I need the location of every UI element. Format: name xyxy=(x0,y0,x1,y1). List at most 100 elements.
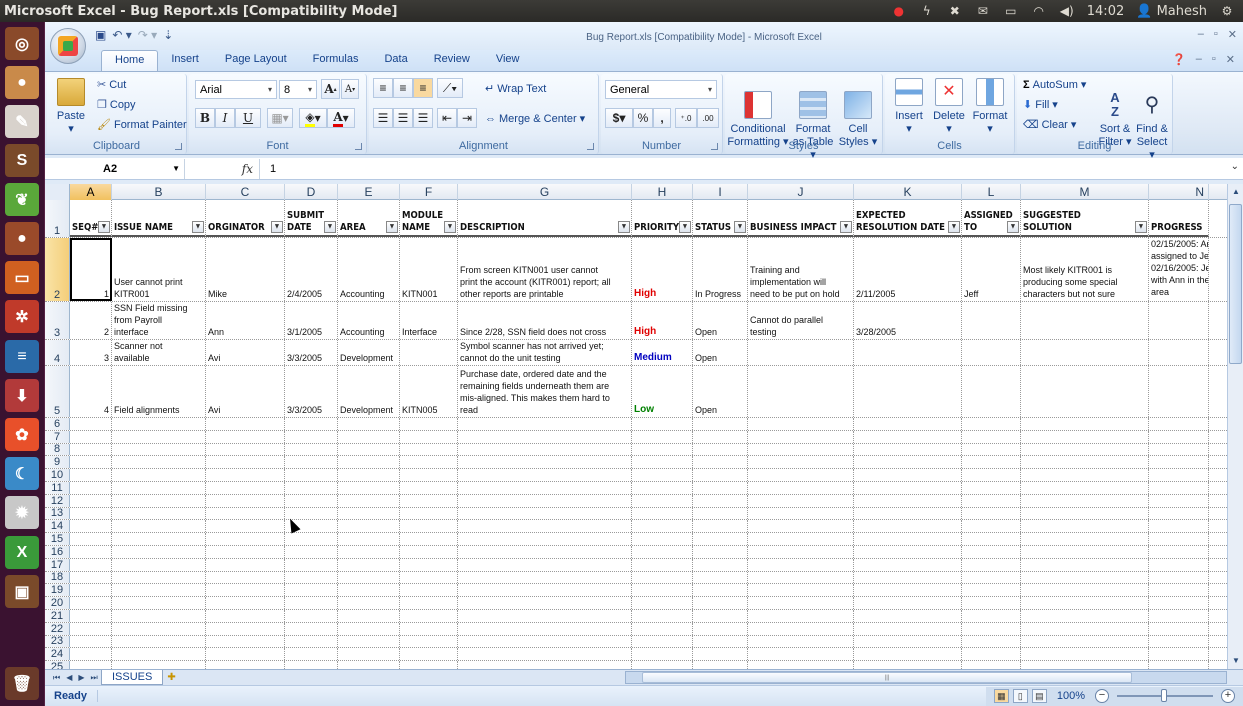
cell[interactable] xyxy=(400,545,458,558)
header-cell[interactable]: ORGINATOR ▼ xyxy=(206,200,285,237)
cell[interactable] xyxy=(206,545,285,558)
cell[interactable] xyxy=(962,609,1021,622)
row-header[interactable]: 19 xyxy=(45,584,70,597)
cell[interactable] xyxy=(962,648,1021,661)
cell[interactable] xyxy=(458,558,632,571)
copy-button[interactable]: ❐ Copy xyxy=(97,98,136,112)
cell[interactable]: Medium xyxy=(632,340,693,365)
cell[interactable]: Low xyxy=(632,366,693,417)
cell[interactable] xyxy=(400,430,458,443)
cell[interactable] xyxy=(112,648,206,661)
cell[interactable] xyxy=(693,456,748,469)
indicator-apps-icon[interactable]: ● xyxy=(891,4,907,18)
cell[interactable] xyxy=(632,430,693,443)
cell[interactable] xyxy=(1149,571,1209,584)
cell[interactable] xyxy=(748,584,854,597)
cell[interactable] xyxy=(1149,622,1209,635)
cell[interactable] xyxy=(285,597,338,609)
cell[interactable] xyxy=(338,571,400,584)
cell[interactable] xyxy=(70,469,112,481)
cell[interactable] xyxy=(70,507,112,520)
tab-data[interactable]: Data xyxy=(371,50,420,71)
cell[interactable] xyxy=(1149,366,1209,417)
launcher-firefox-icon[interactable]: ● xyxy=(5,222,39,255)
cell[interactable] xyxy=(458,418,632,430)
cell[interactable] xyxy=(70,443,112,456)
cell[interactable]: Most likely KITR001 is producing some sp… xyxy=(1021,238,1149,301)
zoom-slider-knob[interactable] xyxy=(1161,689,1167,702)
tab-view[interactable]: View xyxy=(483,50,533,71)
cell[interactable] xyxy=(285,609,338,622)
row-header[interactable]: 14 xyxy=(45,520,70,533)
row-header[interactable]: 5 xyxy=(45,366,70,417)
cell[interactable] xyxy=(1149,609,1209,622)
cell[interactable] xyxy=(1021,456,1149,469)
header-cell[interactable]: AREA ▼ xyxy=(338,200,400,237)
cell[interactable] xyxy=(70,456,112,469)
cell[interactable]: 02/15/2005: Ann assigned to Jeff 02/16/2… xyxy=(1149,238,1209,301)
cell[interactable] xyxy=(854,418,962,430)
close-button[interactable]: ✕ xyxy=(1228,28,1237,41)
cell[interactable] xyxy=(338,584,400,597)
cell[interactable] xyxy=(206,494,285,507)
conditional-formatting-button[interactable]: Conditional Formatting ▾ xyxy=(727,78,789,149)
cell[interactable]: Since 2/28, SSN field does not cross xyxy=(458,302,632,339)
cell[interactable] xyxy=(632,469,693,481)
cell[interactable] xyxy=(632,635,693,648)
cell[interactable] xyxy=(112,520,206,533)
row-header[interactable]: 13 xyxy=(45,507,70,520)
row-header[interactable]: 15 xyxy=(45,533,70,545)
cell[interactable] xyxy=(206,648,285,661)
cell[interactable] xyxy=(1021,635,1149,648)
expand-formula-bar-icon[interactable]: ⌄ xyxy=(1231,161,1239,172)
row-header[interactable]: 8 xyxy=(45,443,70,456)
cell[interactable] xyxy=(962,418,1021,430)
cell[interactable] xyxy=(338,533,400,545)
borders-button[interactable]: ▦▾ xyxy=(267,108,293,128)
cell[interactable] xyxy=(962,635,1021,648)
cell[interactable] xyxy=(748,558,854,571)
cell[interactable] xyxy=(748,661,854,669)
format-painter-button[interactable]: 🖌 Format Painter xyxy=(97,118,187,132)
cell[interactable] xyxy=(285,584,338,597)
cell[interactable] xyxy=(632,418,693,430)
cell[interactable] xyxy=(748,418,854,430)
cell[interactable]: High xyxy=(632,238,693,301)
cell[interactable] xyxy=(112,469,206,481)
cell[interactable] xyxy=(1021,571,1149,584)
cell[interactable] xyxy=(458,635,632,648)
cell[interactable] xyxy=(112,661,206,669)
cell[interactable]: 2/11/2005 xyxy=(854,238,962,301)
column-header-e[interactable]: E xyxy=(338,184,400,200)
cell[interactable] xyxy=(285,558,338,571)
cell[interactable] xyxy=(854,558,962,571)
cell[interactable] xyxy=(854,635,962,648)
cell[interactable] xyxy=(285,635,338,648)
cell[interactable] xyxy=(854,481,962,494)
cell[interactable] xyxy=(285,418,338,430)
number-format-combo[interactable]: General ▾ xyxy=(605,80,717,99)
zoom-slider[interactable] xyxy=(1117,689,1213,702)
header-cell[interactable]: ISSUE NAME ▼ xyxy=(112,200,206,237)
cell[interactable] xyxy=(458,443,632,456)
cell[interactable] xyxy=(632,545,693,558)
cell[interactable] xyxy=(400,418,458,430)
scroll-down-icon[interactable]: ▼ xyxy=(1228,653,1243,669)
cell[interactable] xyxy=(338,558,400,571)
filter-dropdown-icon[interactable]: ▼ xyxy=(1007,221,1019,233)
cell[interactable] xyxy=(854,533,962,545)
user-menu[interactable]: 👤 Mahesh xyxy=(1136,4,1207,19)
cell[interactable]: Training and implementation will need to… xyxy=(748,238,854,301)
cell[interactable] xyxy=(338,635,400,648)
cell[interactable] xyxy=(70,520,112,533)
launcher-files-icon[interactable]: ▭ xyxy=(5,261,39,294)
cell[interactable] xyxy=(1021,661,1149,669)
column-header-k[interactable]: K xyxy=(854,184,962,200)
comma-button[interactable]: , xyxy=(653,108,671,128)
cell[interactable] xyxy=(338,609,400,622)
power-bolt-icon[interactable]: ϟ xyxy=(919,4,935,18)
cell[interactable]: SSN Field missing from Payroll interface xyxy=(112,302,206,339)
cell[interactable] xyxy=(458,545,632,558)
cell[interactable] xyxy=(1021,507,1149,520)
column-header-g[interactable]: G xyxy=(458,184,632,200)
